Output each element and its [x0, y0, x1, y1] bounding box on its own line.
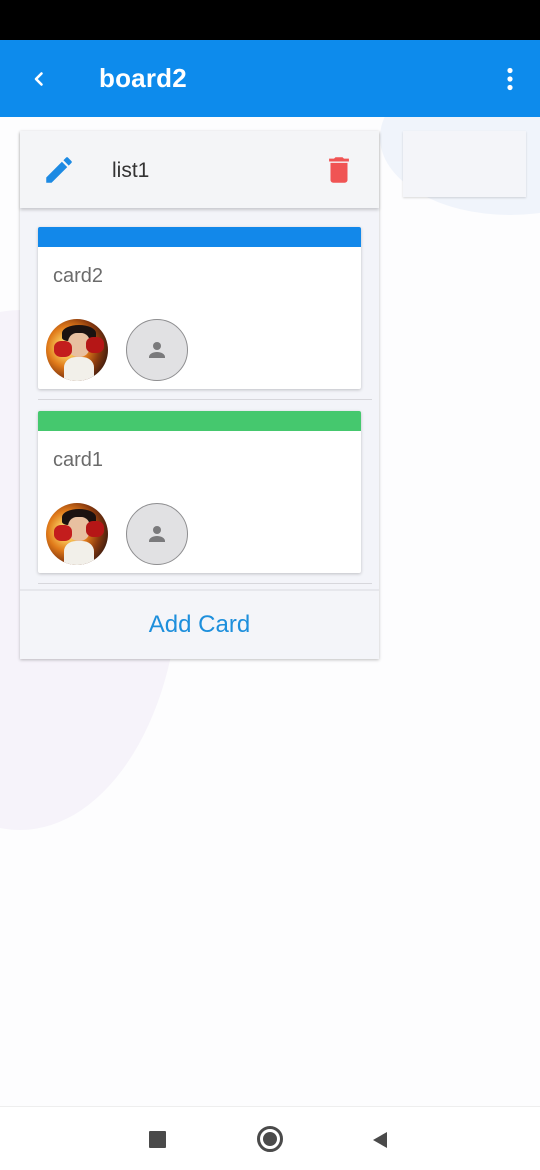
member-avatar-default[interactable] [126, 319, 188, 381]
more-options-button[interactable] [494, 62, 526, 96]
square-icon[interactable] [149, 1131, 166, 1148]
screen: board2 list1 card2 card1 Add Card [0, 0, 540, 1170]
member-avatar-photo[interactable] [46, 319, 108, 381]
card-label-stripe [38, 411, 361, 431]
member-avatar-photo[interactable] [46, 503, 108, 565]
board-title: board2 [99, 63, 187, 93]
card-divider [38, 399, 372, 400]
card-title: card1 [53, 449, 104, 471]
back-button[interactable] [22, 62, 56, 96]
trash-icon [329, 157, 349, 183]
list-title: list1 [112, 159, 150, 182]
status-bar [0, 0, 540, 40]
edit-list-button[interactable] [42, 153, 76, 187]
app-bar: board2 [0, 40, 540, 117]
card-item[interactable]: card2 [38, 227, 361, 389]
circle-icon[interactable] [257, 1126, 283, 1152]
pencil-icon [46, 157, 72, 183]
card-divider [38, 583, 372, 584]
member-avatar-default[interactable] [126, 503, 188, 565]
list-header: list1 [20, 131, 379, 208]
card-item[interactable]: card1 [38, 411, 361, 573]
system-navigation-bar [0, 1106, 540, 1170]
card-label-stripe [38, 227, 361, 247]
person-icon [149, 526, 165, 542]
home-dot [263, 1132, 277, 1146]
more-vert-icon [507, 67, 513, 91]
person-icon [149, 342, 165, 358]
card-title: card2 [53, 265, 104, 287]
triangle-back-icon[interactable] [370, 1130, 390, 1150]
delete-list-button[interactable] [322, 153, 356, 187]
chevron-left-icon [34, 72, 43, 86]
next-list-placeholder[interactable] [403, 131, 526, 197]
list-column: list1 card2 card1 Add Card [20, 131, 379, 659]
add-card-button[interactable]: Add Card [20, 591, 379, 659]
